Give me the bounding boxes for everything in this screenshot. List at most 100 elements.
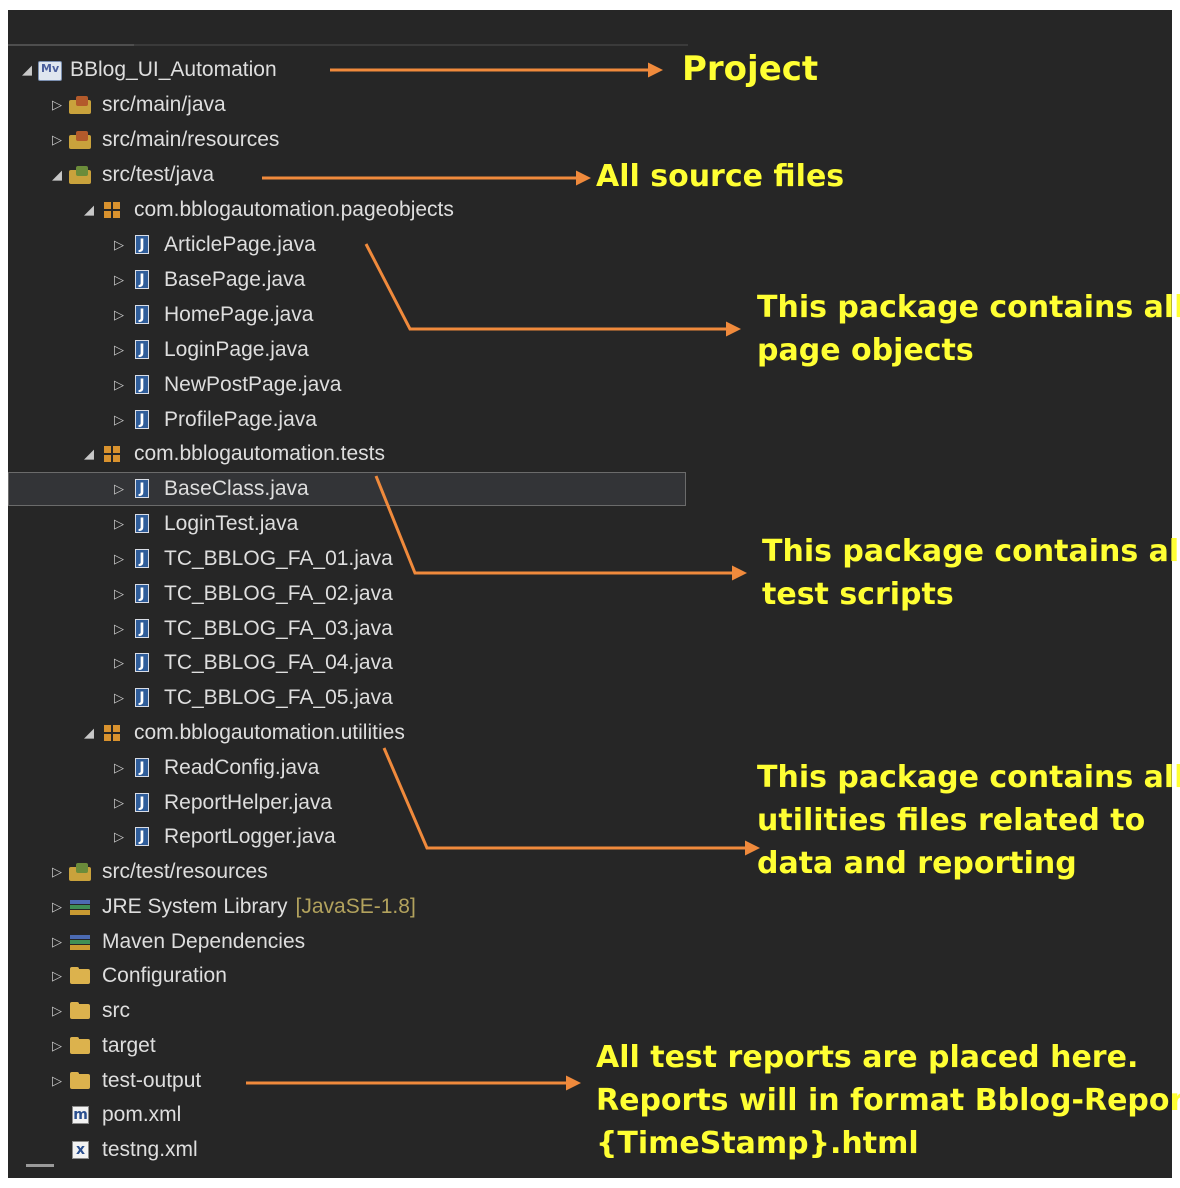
file-label: TC_BBLOG_FA_03.java <box>164 617 393 640</box>
library-label: JRE System Library <box>102 895 288 918</box>
tree-item-java-file[interactable]: ▷ TC_BBLOG_FA_03.java <box>8 612 788 646</box>
tree-item-java-file[interactable]: ▷ LoginPage.java <box>8 333 788 367</box>
package-icon <box>100 722 126 744</box>
tree-item-java-file-selected[interactable]: ▷ BaseClass.java <box>8 472 686 506</box>
tree-item-java-file[interactable]: ▷ LoginTest.java <box>8 507 788 541</box>
file-label: ReportHelper.java <box>164 791 333 814</box>
expand-arrow-icon[interactable]: ▷ <box>108 820 130 854</box>
file-label: NewPostPage.java <box>164 373 342 396</box>
source-folder-icon <box>68 94 94 116</box>
tree-item-java-file[interactable]: ▷ NewPostPage.java <box>8 368 788 402</box>
expand-arrow-icon[interactable]: ▷ <box>108 472 130 506</box>
tree-item-java-file[interactable]: ▷ ArticlePage.java <box>8 228 788 262</box>
library-icon <box>68 931 94 953</box>
maven-file-icon <box>68 1104 94 1126</box>
file-label: pom.xml <box>102 1103 182 1126</box>
maven-project-icon <box>38 61 62 81</box>
tree-item-java-file[interactable]: ▷ ReportHelper.java <box>8 786 788 820</box>
tree-item-java-file[interactable]: ▷ ReadConfig.java <box>8 751 788 785</box>
expand-arrow-icon[interactable]: ▷ <box>108 298 130 332</box>
java-file-icon <box>130 792 156 814</box>
tree-item-java-file[interactable]: ▷ TC_BBLOG_FA_02.java <box>8 577 788 611</box>
expand-arrow-icon[interactable]: ▷ <box>46 123 68 157</box>
java-file-icon <box>130 618 156 640</box>
collapse-arrow-icon[interactable]: ◢ <box>16 53 38 87</box>
tree-item-java-file[interactable]: ▷ TC_BBLOG_FA_04.java <box>8 646 788 680</box>
file-label: BasePage.java <box>164 268 306 291</box>
java-file-icon <box>130 374 156 396</box>
expand-arrow-icon[interactable]: ▷ <box>108 368 130 402</box>
expand-arrow-icon[interactable]: ▷ <box>108 681 130 715</box>
expand-arrow-icon[interactable]: ▷ <box>108 646 130 680</box>
annotation-reports-line2: Reports will in format Bblog-Report- <box>596 1083 1180 1118</box>
expand-arrow-icon[interactable]: ▷ <box>108 263 130 297</box>
tree-item-java-file[interactable]: ▷ ProfilePage.java <box>8 403 788 437</box>
annotation-pageobjects-line1: This package contains all <box>757 290 1180 325</box>
expand-arrow-icon[interactable]: ▷ <box>108 228 130 262</box>
expand-arrow-icon[interactable]: ▷ <box>108 751 130 785</box>
java-file-icon <box>130 826 156 848</box>
folder-label: src <box>102 999 130 1022</box>
annotation-reports-line3: {TimeStamp}.html <box>596 1126 919 1161</box>
folder-icon <box>68 1000 94 1022</box>
expand-arrow-icon[interactable]: ▷ <box>46 1029 68 1063</box>
annotation-project: Project <box>682 49 819 89</box>
expand-arrow-icon[interactable]: ▷ <box>46 88 68 122</box>
tree-item-package-utilities[interactable]: ◢ com.bblogautomation.utilities <box>8 716 758 750</box>
expand-arrow-icon[interactable]: ▷ <box>108 403 130 437</box>
tree-item-package-tests[interactable]: ◢ com.bblogautomation.tests <box>8 437 758 471</box>
tree-item-package-pageobjects[interactable]: ◢ com.bblogautomation.pageobjects <box>8 193 758 227</box>
source-folder-icon <box>68 129 94 151</box>
tree-item-src-test-resources[interactable]: ▷ src/test/resources <box>8 855 726 889</box>
tree-item-src-main-java[interactable]: ▷ src/main/java <box>8 88 726 122</box>
tree-item-java-file[interactable]: ▷ BasePage.java <box>8 263 788 297</box>
folder-label: target <box>102 1034 156 1057</box>
java-file-icon <box>130 478 156 500</box>
tree-item-jre-library[interactable]: ▷ JRE System Library [JavaSE-1.8] <box>8 890 726 924</box>
expand-arrow-icon[interactable]: ▷ <box>46 994 68 1028</box>
expand-arrow-icon[interactable]: ▷ <box>46 855 68 889</box>
scroll-overflow-indicator <box>26 1164 54 1167</box>
folder-label: Configuration <box>102 964 227 987</box>
expand-arrow-icon[interactable]: ▷ <box>108 507 130 541</box>
expand-arrow-icon[interactable]: ▷ <box>108 786 130 820</box>
annotation-utilities-line2: utilities files related to <box>757 803 1146 838</box>
java-file-icon <box>130 757 156 779</box>
collapse-arrow-icon[interactable]: ◢ <box>46 158 68 192</box>
tree-item-project[interactable]: ◢ BBlog_UI_Automation <box>8 53 696 87</box>
file-label: TC_BBLOG_FA_04.java <box>164 651 393 674</box>
tree-item-java-file[interactable]: ▷ ReportLogger.java <box>8 820 788 854</box>
expand-arrow-icon[interactable]: ▷ <box>46 925 68 959</box>
tree-item-folder-configuration[interactable]: ▷ Configuration <box>8 959 726 993</box>
file-label: TC_BBLOG_FA_01.java <box>164 547 393 570</box>
package-label: com.bblogautomation.pageobjects <box>134 198 454 221</box>
annotation-reports-line1: All test reports are placed here. <box>596 1040 1139 1075</box>
expand-arrow-icon[interactable]: ▷ <box>46 1064 68 1098</box>
file-label: ArticlePage.java <box>164 233 316 256</box>
project-label: BBlog_UI_Automation <box>70 58 277 81</box>
expand-arrow-icon[interactable]: ▷ <box>108 542 130 576</box>
source-folder-icon <box>68 164 94 186</box>
expand-arrow-icon[interactable]: ▷ <box>108 333 130 367</box>
collapse-arrow-icon[interactable]: ◢ <box>78 716 100 750</box>
tree-item-maven-dependencies[interactable]: ▷ Maven Dependencies <box>8 925 726 959</box>
tree-item-java-file[interactable]: ▷ HomePage.java <box>8 298 788 332</box>
expand-arrow-icon[interactable]: ▷ <box>46 959 68 993</box>
collapse-arrow-icon[interactable]: ◢ <box>78 437 100 471</box>
tree-item-java-file[interactable]: ▷ TC_BBLOG_FA_05.java <box>8 681 788 715</box>
expand-arrow-icon[interactable]: ▷ <box>108 612 130 646</box>
expand-arrow-icon[interactable]: ▷ <box>108 577 130 611</box>
tree-item-java-file[interactable]: ▷ TC_BBLOG_FA_01.java <box>8 542 788 576</box>
expand-arrow-icon[interactable]: ▷ <box>46 890 68 924</box>
collapse-arrow-icon[interactable]: ◢ <box>78 193 100 227</box>
source-folder-icon <box>68 861 94 883</box>
tree-item-folder-src[interactable]: ▷ src <box>8 994 726 1028</box>
file-label: BaseClass.java <box>164 477 309 500</box>
file-label: TC_BBLOG_FA_05.java <box>164 686 393 709</box>
tree-item-src-main-resources[interactable]: ▷ src/main/resources <box>8 123 726 157</box>
annotation-pageobjects-line2: page objects <box>757 333 974 368</box>
annotation-tests-line1: This package contains all <box>762 534 1180 569</box>
annotation-tests-line2: test scripts <box>762 577 954 612</box>
java-file-icon <box>130 304 156 326</box>
source-folder-label: src/main/resources <box>102 128 280 151</box>
